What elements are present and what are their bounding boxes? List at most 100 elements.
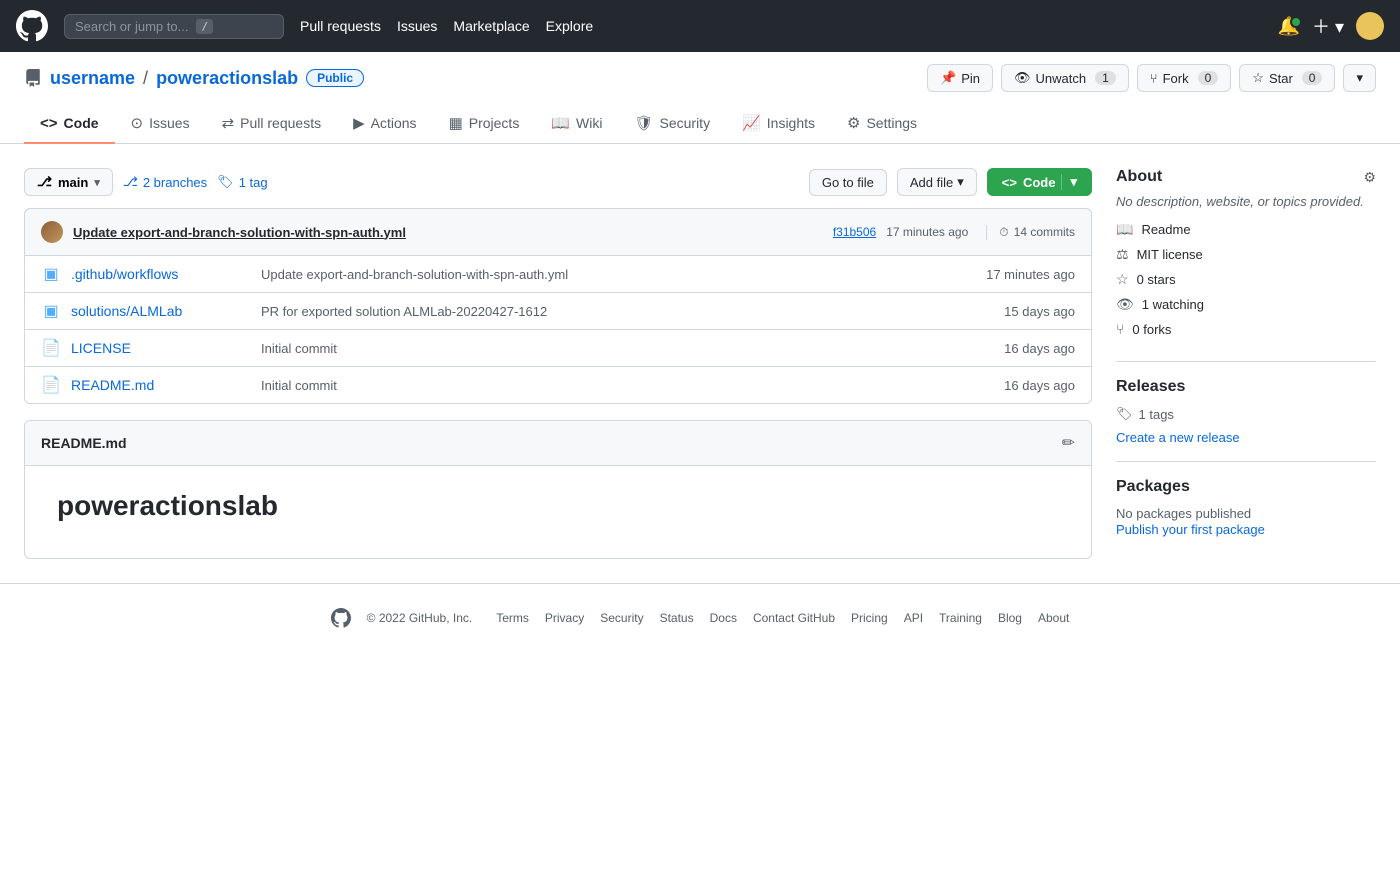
stars-link[interactable]: ☆ 0 stars xyxy=(1116,271,1376,288)
go-to-file-button[interactable]: Go to file xyxy=(809,169,887,196)
search-placeholder: Search or jump to... xyxy=(75,19,188,34)
gear-icon[interactable]: ⚙ xyxy=(1363,169,1376,186)
search-box[interactable]: Search or jump to... / xyxy=(64,14,284,39)
nav-pull-requests[interactable]: Pull requests xyxy=(300,18,381,34)
footer-security-link[interactable]: Security xyxy=(600,611,643,625)
notifications-button[interactable]: 🔔 xyxy=(1278,16,1300,37)
readme-box: README.md ✏ poweractionslab xyxy=(24,420,1092,559)
breadcrumb-separator: / xyxy=(143,68,148,89)
nav-marketplace[interactable]: Marketplace xyxy=(453,18,529,34)
tags-button[interactable]: 🏷 1 tag xyxy=(217,174,267,190)
chevron-down-icon: ▾ xyxy=(1061,174,1077,190)
sidebar-divider xyxy=(1116,361,1376,362)
nav-right: 🔔 ＋ ▾ xyxy=(1278,12,1384,40)
about-section: About ⚙ No description, website, or topi… xyxy=(1116,168,1376,337)
actions-tab-icon: ▶ xyxy=(353,114,365,132)
table-row: 📄 LICENSE Initial commit 16 days ago xyxy=(25,330,1091,367)
table-row: 📄 README.md Initial commit 16 days ago xyxy=(25,367,1091,403)
branches-button[interactable]: ⎇ 2 branches xyxy=(123,174,207,190)
committer-avatar xyxy=(41,221,63,243)
history-icon: ⏱ xyxy=(999,225,1008,240)
file-icon: 📄 xyxy=(41,375,61,395)
footer-about-link[interactable]: About xyxy=(1038,611,1069,625)
file-time: 16 days ago xyxy=(975,341,1075,356)
nav-issues[interactable]: Issues xyxy=(397,18,437,34)
star-button[interactable]: ☆ Star 0 xyxy=(1239,64,1335,92)
tab-settings[interactable]: ⚙ Settings xyxy=(831,104,933,144)
repo-content: ⎇ main ▾ ⎇ 2 branches 🏷 1 tag Go to file… xyxy=(24,168,1092,559)
pr-tab-icon: ⇄ xyxy=(222,114,235,132)
file-name-link[interactable]: README.md xyxy=(71,377,251,393)
footer-copyright: © 2022 GitHub, Inc. xyxy=(367,611,473,625)
readme-header: README.md ✏ xyxy=(25,421,1091,466)
file-time: 15 days ago xyxy=(975,304,1075,319)
star-dropdown-button[interactable]: ▾ xyxy=(1343,64,1376,92)
footer-training-link[interactable]: Training xyxy=(939,611,982,625)
tab-projects[interactable]: ▦ Projects xyxy=(433,104,536,144)
main-content: ⎇ main ▾ ⎇ 2 branches 🏷 1 tag Go to file… xyxy=(0,144,1400,583)
file-icon: 📄 xyxy=(41,338,61,358)
packages-title: Packages xyxy=(1116,478,1376,496)
footer-blog-link[interactable]: Blog xyxy=(998,611,1022,625)
wiki-tab-icon: 📖 xyxy=(551,114,570,132)
owner-link[interactable]: username xyxy=(50,68,135,89)
readme-heading: poweractionslab xyxy=(57,490,1059,522)
footer-api-link[interactable]: API xyxy=(904,611,923,625)
repo-actions: 📌 Pin 👁 Unwatch 1 ⑂ Fork 0 ☆ Star 0 ▾ xyxy=(927,64,1376,92)
footer-status-link[interactable]: Status xyxy=(660,611,694,625)
commits-count-link[interactable]: ⏱ 14 commits xyxy=(986,225,1075,240)
tab-pull-requests[interactable]: ⇄ Pull requests xyxy=(206,104,338,144)
table-row: ▣ .github/workflows Update export-and-br… xyxy=(25,256,1091,293)
nav-explore[interactable]: Explore xyxy=(546,18,593,34)
settings-tab-icon: ⚙ xyxy=(847,114,860,132)
publish-package-link[interactable]: Publish your first package xyxy=(1116,522,1265,537)
packages-section: Packages No packages published Publish y… xyxy=(1116,478,1376,537)
watching-link[interactable]: 👁 1 watching xyxy=(1116,296,1376,313)
security-tab-icon: 🛡 xyxy=(634,114,653,132)
watch-button[interactable]: 👁 Unwatch 1 xyxy=(1001,64,1129,92)
license-link[interactable]: ⚖ MIT license xyxy=(1116,246,1376,263)
commit-sha[interactable]: f31b506 xyxy=(833,225,876,239)
file-name-link[interactable]: .github/workflows xyxy=(71,266,251,282)
footer-contact-link[interactable]: Contact GitHub xyxy=(753,611,835,625)
avatar[interactable] xyxy=(1356,12,1384,40)
commit-message[interactable]: Update export-and-branch-solution-with-s… xyxy=(73,225,406,240)
repo-tabs: <> Code ⊙ Issues ⇄ Pull requests ▶ Actio… xyxy=(0,104,1400,144)
code-tab-icon: <> xyxy=(40,115,58,132)
tab-security[interactable]: 🛡 Security xyxy=(618,104,726,144)
folder-icon: ▣ xyxy=(41,264,61,284)
eye-icon: 👁 xyxy=(1116,296,1134,313)
fork-button[interactable]: ⑂ Fork 0 xyxy=(1137,64,1232,92)
pin-button[interactable]: 📌 Pin xyxy=(927,64,993,92)
create-button[interactable]: ＋ ▾ xyxy=(1312,13,1344,39)
file-commit-message: Initial commit xyxy=(261,378,965,393)
about-title: About xyxy=(1116,168,1162,186)
file-name-link[interactable]: LICENSE xyxy=(71,340,251,356)
code-button[interactable]: <> Code ▾ xyxy=(987,168,1092,196)
create-release-link[interactable]: Create a new release xyxy=(1116,430,1376,445)
file-name-link[interactable]: solutions/ALMLab xyxy=(71,303,251,319)
tab-actions[interactable]: ▶ Actions xyxy=(337,104,432,144)
repo-name-link[interactable]: poweractionslab xyxy=(156,68,298,89)
footer-links: Terms Privacy Security Status Docs Conta… xyxy=(496,611,1069,625)
star-icon: ☆ xyxy=(1252,70,1264,86)
branch-icon: ⎇ xyxy=(37,174,52,190)
tab-code[interactable]: <> Code xyxy=(24,104,115,144)
add-file-button[interactable]: Add file ▾ xyxy=(897,168,977,196)
readme-edit-button[interactable]: ✏ xyxy=(1062,433,1075,453)
footer-terms-link[interactable]: Terms xyxy=(496,611,529,625)
github-logo[interactable] xyxy=(16,10,48,42)
footer-pricing-link[interactable]: Pricing xyxy=(851,611,888,625)
footer-privacy-link[interactable]: Privacy xyxy=(545,611,584,625)
forks-link[interactable]: ⑂ 0 forks xyxy=(1116,321,1376,337)
branch-selector[interactable]: ⎇ main ▾ xyxy=(24,168,113,196)
tab-wiki[interactable]: 📖 Wiki xyxy=(535,104,618,144)
readme-link[interactable]: 📖 Readme xyxy=(1116,221,1376,238)
tab-insights[interactable]: 📈 Insights xyxy=(726,104,831,144)
footer-docs-link[interactable]: Docs xyxy=(710,611,737,625)
sidebar-divider-2 xyxy=(1116,461,1376,462)
readme-title: README.md xyxy=(41,435,127,451)
folder-icon: ▣ xyxy=(41,301,61,321)
tab-issues[interactable]: ⊙ Issues xyxy=(115,104,206,144)
visibility-badge: Public xyxy=(306,69,364,87)
